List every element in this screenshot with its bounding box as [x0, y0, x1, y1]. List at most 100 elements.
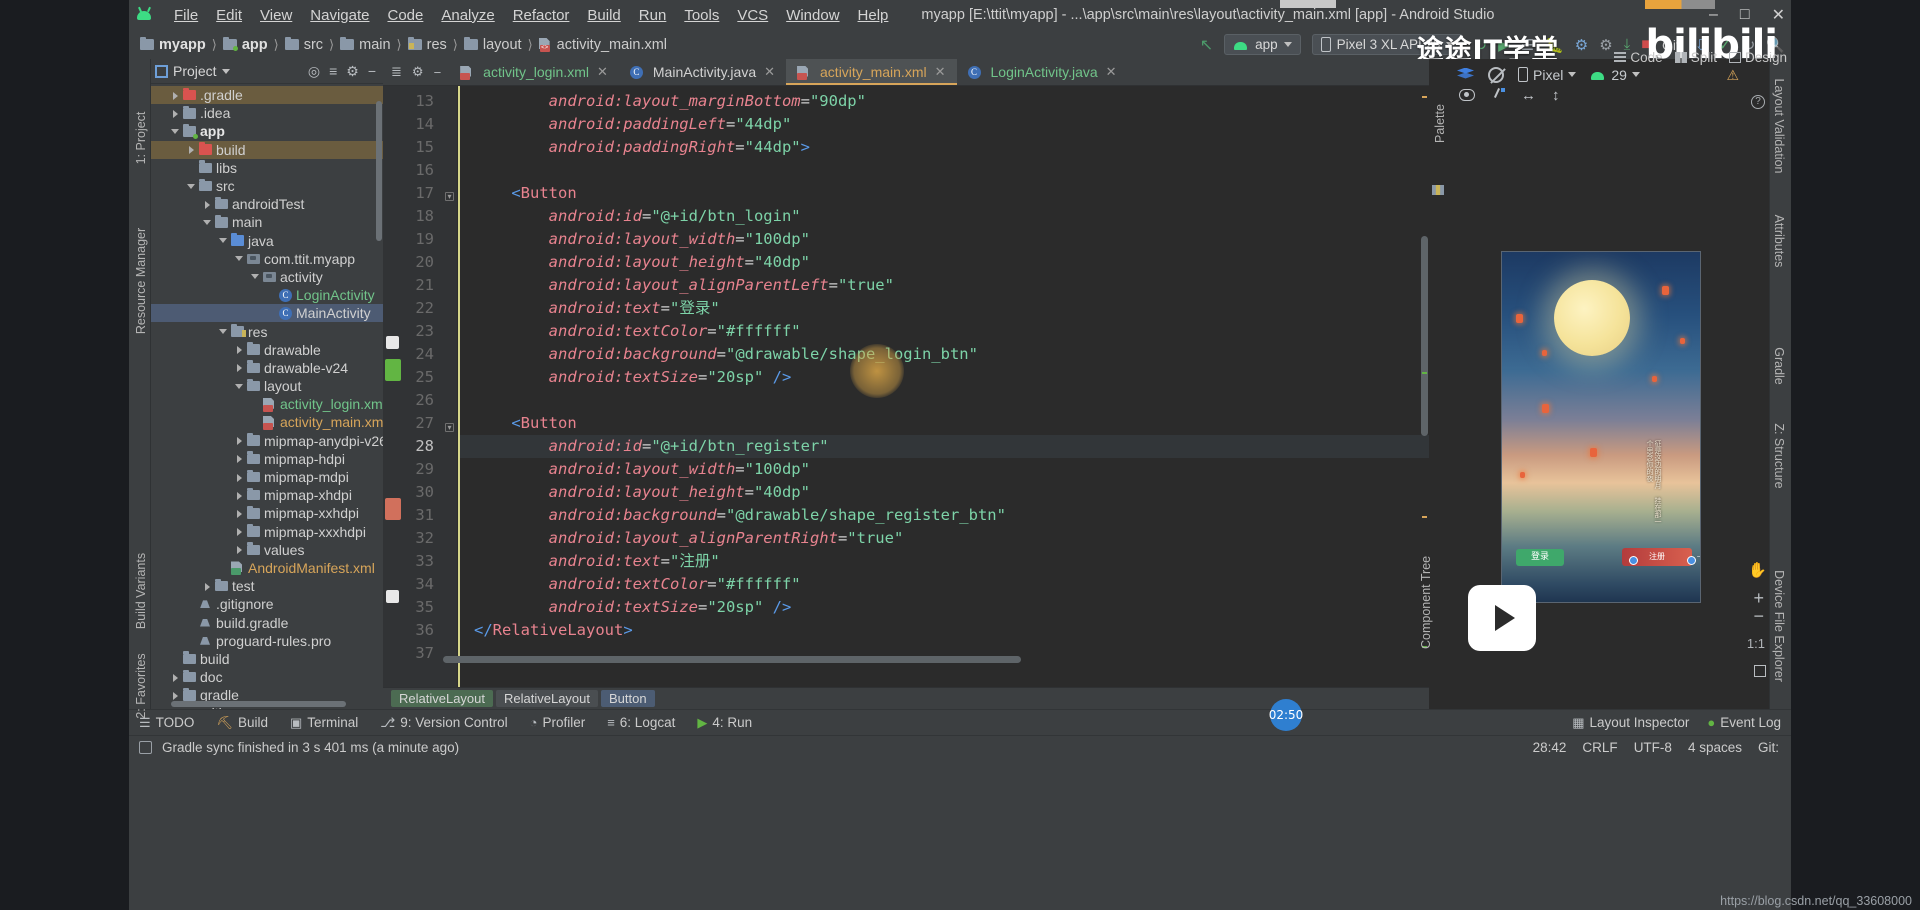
tree-item[interactable]: activity [151, 268, 383, 286]
menu-refactor[interactable]: Refactor [504, 4, 579, 27]
tree-expand-arrow-icon[interactable] [235, 454, 244, 464]
tool-tab-structure[interactable]: Z: Structure [1772, 392, 1786, 520]
tool-tab-layout-validation[interactable]: Layout Validation [1772, 62, 1786, 190]
editor-breadcrumb-item[interactable]: Button [601, 690, 655, 707]
breadcrumb-res[interactable]: res [405, 36, 450, 53]
code-line[interactable]: android:text="登录" [460, 297, 1429, 320]
tree-expand-arrow-icon[interactable] [187, 145, 196, 155]
warning-icon[interactable]: ⚠ [1726, 67, 1739, 84]
gear-icon[interactable]: ⚙ [412, 64, 424, 80]
tree-expand-arrow-icon[interactable] [235, 363, 244, 373]
code-line[interactable]: android:id="@+id/btn_register" [460, 435, 1429, 458]
tree-item[interactable]: doc [151, 668, 383, 686]
git-branch-label[interactable]: Git: [1758, 740, 1779, 755]
caret-position[interactable]: 28:42 [1533, 740, 1567, 755]
tree-expand-arrow-icon[interactable] [235, 345, 244, 355]
device-preview[interactable]: 征是这边的明月 挂在那一个思念你的夜 登录 注册 → [1501, 251, 1701, 603]
tree-item[interactable]: build [151, 140, 383, 159]
editor-tab-bar[interactable]: ≣ ⚙ − activity_login.xml ✕ C MainActivity.java… [383, 59, 1429, 86]
tree-expand-arrow-icon[interactable] [235, 491, 244, 500]
code-line[interactable]: android:background="@drawable/shape_logi… [460, 343, 1429, 366]
blueprint-mode-icon[interactable] [1488, 66, 1504, 83]
editor-tab-MainActivity-java[interactable]: C MainActivity.java ✕ [619, 59, 786, 85]
bottom-tab-logcat[interactable]: ≡ 6: Logcat [607, 715, 675, 730]
attach-debugger-icon[interactable]: ⚙ [1599, 36, 1612, 54]
tree-expand-arrow-icon[interactable] [187, 182, 196, 191]
menu-build[interactable]: Build [578, 4, 629, 27]
breadcrumb-myapp[interactable]: myapp [137, 36, 209, 53]
tree-horizontal-scrollbar[interactable] [171, 701, 346, 707]
vertical-constraint-icon[interactable]: ↕ [1552, 87, 1560, 104]
tree-expand-arrow-icon[interactable] [203, 200, 212, 209]
tree-item[interactable]: proguard-rules.pro [151, 632, 383, 650]
breadcrumb-activity-main-xml[interactable]: <> activity_main.xml [536, 37, 670, 53]
code-line[interactable]: android:layout_alignParentLeft="true" [460, 274, 1429, 297]
tree-item[interactable]: app [151, 122, 383, 140]
code-line[interactable]: android:id="@+id/btn_login" [460, 205, 1429, 228]
bottom-tab-profiler[interactable]: ◔ Profiler [530, 715, 586, 730]
breadcrumb-layout[interactable]: layout [461, 36, 525, 53]
hide-icon[interactable]: − [368, 63, 376, 79]
profile-icon[interactable]: ⚙ [1575, 36, 1588, 54]
tree-item[interactable]: .gradle [151, 86, 383, 105]
tree-expand-arrow-icon[interactable] [235, 254, 244, 263]
collapse-all-icon[interactable]: ≡ [329, 63, 337, 79]
code-line[interactable]: android:layout_height="40dp" [460, 481, 1429, 504]
tree-item[interactable]: drawable-v24 [151, 359, 383, 377]
design-mode-icon[interactable] [1457, 67, 1474, 82]
run-config-selector[interactable]: app [1224, 34, 1301, 55]
api-level-label[interactable]: 29 [1611, 67, 1627, 83]
code-line[interactable]: android:layout_height="40dp" [460, 251, 1429, 274]
line-separator[interactable]: CRLF [1582, 740, 1617, 755]
preview-login-button[interactable]: 登录 [1516, 549, 1564, 566]
editor-breadcrumb-item[interactable]: RelativeLayout [496, 690, 598, 707]
menu-vcs[interactable]: VCS [728, 4, 777, 27]
code-line[interactable]: android:layout_alignParentRight="true" [460, 527, 1429, 550]
code-line[interactable]: <Button [460, 412, 1429, 435]
menu-file[interactable]: File [165, 4, 207, 27]
tool-window-status-bar[interactable]: ☰ TODO ⛏ Build ▣ Terminal ⎇ 9: Version Control ◔… [129, 709, 1791, 735]
tree-item[interactable]: mipmap-xhdpi [151, 486, 383, 504]
tree-item[interactable]: res [151, 322, 383, 340]
close-tab-icon[interactable]: ✕ [597, 64, 608, 80]
tree-item[interactable]: AndroidManifest.xml [151, 559, 383, 577]
tree-item[interactable]: src [151, 177, 383, 195]
tree-expand-arrow-icon[interactable] [219, 236, 228, 245]
tree-expand-arrow-icon[interactable] [235, 382, 244, 391]
tree-item[interactable]: build.gradle [151, 613, 383, 631]
editor-horizontal-scrollbar[interactable] [443, 656, 1021, 663]
bottom-tab-run[interactable]: ▶ 4: Run [697, 715, 752, 731]
bottom-tab-terminal[interactable]: ▣ Terminal [290, 715, 358, 731]
close-tab-icon[interactable]: ✕ [1106, 64, 1117, 80]
editor-tab-LoginActivity-java[interactable]: C LoginActivity.java ✕ [957, 59, 1128, 85]
code-line[interactable]: android:textSize="20sp" /> [460, 596, 1429, 619]
locate-icon[interactable]: ◎ [308, 63, 320, 80]
chevron-down-icon[interactable] [1631, 72, 1640, 77]
code-line[interactable]: android:layout_width="100dp" [460, 228, 1429, 251]
device-label[interactable]: Pixel [1533, 67, 1563, 83]
hide-icon[interactable]: − [434, 65, 442, 80]
code-line[interactable]: </RelativeLayout> [460, 619, 1429, 642]
tool-tab-project[interactable]: 1: Project [134, 73, 148, 203]
bottom-tab-build[interactable]: ⛏ Build [216, 715, 268, 731]
breadcrumb-app[interactable]: app [220, 36, 271, 53]
tree-item[interactable]: .gitignore [151, 595, 383, 613]
project-tree[interactable]: .gradle .idea app build libs src androidTest ma… [151, 84, 383, 709]
tree-item[interactable]: C LoginActivity [151, 286, 383, 304]
code-line[interactable] [460, 159, 1429, 182]
editor-tab-activity_login-xml[interactable]: activity_login.xml ✕ [449, 59, 619, 85]
zoom-out-icon[interactable]: − [1753, 606, 1764, 627]
tree-item[interactable]: activity_login.xml [151, 395, 383, 413]
tree-item[interactable]: mipmap-xxhdpi [151, 504, 383, 522]
tree-expand-arrow-icon[interactable] [171, 109, 180, 118]
tree-item[interactable]: drawable [151, 341, 383, 359]
tree-item[interactable]: libs [151, 159, 383, 177]
tree-expand-arrow-icon[interactable] [235, 527, 244, 537]
tree-expand-arrow-icon[interactable] [171, 673, 180, 682]
bottom-tab-layout-inspector[interactable]: ▦ Layout Inspector [1572, 715, 1689, 731]
menu-edit[interactable]: Edit [207, 4, 251, 27]
code-line[interactable]: android:paddingRight="44dp"> [460, 136, 1429, 159]
code-line[interactable]: <Button [460, 182, 1429, 205]
menu-view[interactable]: View [251, 4, 301, 27]
chevron-down-icon[interactable] [221, 68, 230, 74]
